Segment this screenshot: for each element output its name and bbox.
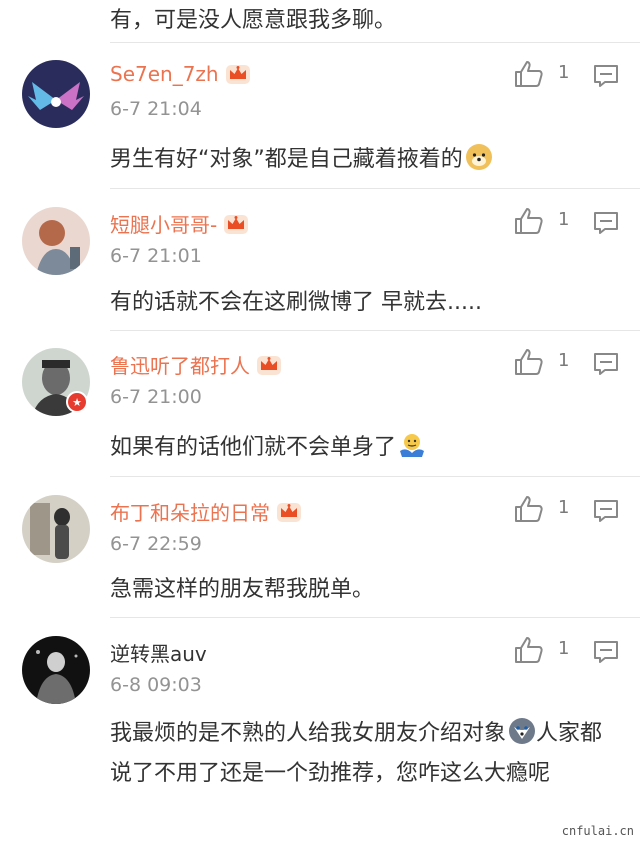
watermark: cnfulai.cn — [561, 824, 634, 838]
like-count: 1 — [558, 350, 570, 371]
avatar[interactable] — [22, 495, 90, 563]
username[interactable]: Se7en_7zh — [110, 62, 219, 86]
like-count: 1 — [558, 497, 570, 518]
divider — [110, 42, 640, 43]
avatar[interactable] — [22, 60, 90, 128]
crown-icon — [224, 214, 249, 234]
like-count: 1 — [558, 638, 570, 659]
like-icon[interactable] — [514, 207, 544, 235]
comment-icon[interactable] — [593, 640, 619, 664]
comment-text: 有的话就不会在这刷微博了 早就去..... — [110, 290, 482, 315]
like-icon[interactable] — [514, 60, 544, 88]
comment-time: 6-7 22:59 — [110, 533, 202, 555]
divider — [110, 617, 640, 618]
divider — [110, 476, 640, 477]
husky-emoji — [509, 718, 536, 744]
comment-text: 我最烦的是不熟的人给我女朋友介绍对象 人家都说了不用了还是一个劲推荐，您咋这么大瘾… — [110, 714, 618, 794]
comment-time: 6-8 09:03 — [110, 674, 202, 696]
comment-icon[interactable] — [593, 64, 619, 88]
username[interactable]: 逆转黑auv — [110, 638, 207, 667]
like-icon[interactable] — [514, 495, 544, 523]
shrug-emoji — [400, 434, 425, 457]
comment-text: 男生有好“对象”都是自己藏着掖着的 — [110, 140, 618, 180]
verified-badge: ★ — [66, 391, 88, 413]
like-icon[interactable] — [514, 636, 544, 664]
username[interactable]: 布丁和朵拉的日常 — [110, 497, 270, 526]
divider — [110, 330, 640, 331]
like-count: 1 — [558, 209, 570, 230]
avatar[interactable] — [22, 207, 90, 275]
comment-time: 6-7 21:01 — [110, 245, 202, 267]
comment-icon[interactable] — [593, 211, 619, 235]
doge-emoji — [465, 144, 492, 170]
comment-time: 6-7 21:04 — [110, 98, 202, 120]
username[interactable]: 鲁迅听了都打人 — [110, 350, 250, 379]
divider — [110, 188, 640, 189]
comment-time: 6-7 21:00 — [110, 386, 202, 408]
comment-text: 急需这样的朋友帮我脱单。 — [110, 577, 375, 602]
crown-icon — [277, 502, 301, 522]
like-count: 1 — [558, 62, 570, 83]
crown-icon — [225, 65, 250, 84]
comment-icon[interactable] — [593, 352, 619, 376]
comment-text: 如果有的话他们就不会单身了 — [110, 428, 618, 468]
comment-icon[interactable] — [593, 499, 619, 523]
partial-comment-text: 有，可是没人愿意跟我多聊。 — [110, 8, 397, 33]
like-icon[interactable] — [514, 348, 544, 376]
username[interactable]: 短腿小哥哥- — [110, 209, 217, 238]
avatar[interactable] — [22, 636, 90, 704]
crown-icon — [257, 355, 281, 375]
